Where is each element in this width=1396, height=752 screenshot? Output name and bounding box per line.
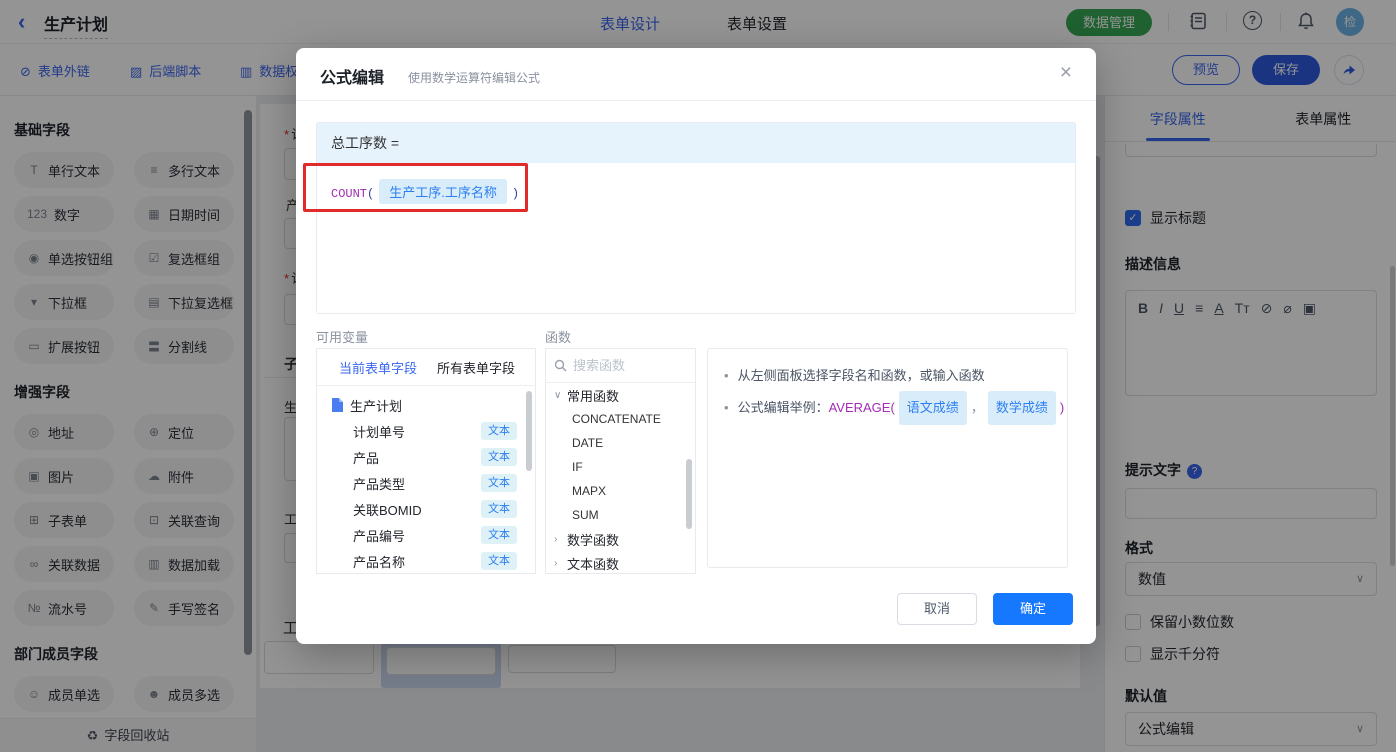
modal-subtitle: 使用数学运算符编辑公式 [408,71,541,85]
variable-field-row[interactable]: 关联BOMID 文本 [317,496,535,522]
formula-editor[interactable]: 总工序数 = COUNT(生产工序.工序名称) [316,122,1076,314]
variable-field-name: 产品名称 [353,554,406,570]
annotation-highlight-box [303,163,528,212]
variable-field-row[interactable]: 产品类型 文本 [317,470,535,496]
functions-pane: ∨ 常用函数 CONCATENATEDATEIFMAPXSUM › 数学函数 › 文本函数 [545,348,696,574]
function-group-row[interactable]: › 文本函数 [546,551,695,573]
chevron-down-icon: ∨ [554,389,562,401]
variable-field-name: 产品编号 [353,528,406,544]
field-type-badge: 文本 [481,500,517,518]
field-type-badge: 文本 [481,448,517,466]
function-item[interactable]: MAPX [546,479,695,503]
variable-field-name: 关联BOMID [353,502,422,518]
function-group-row[interactable]: ∨ 常用函数 [546,383,695,407]
variables-tabs: 当前表单字段 所有表单字段 [317,349,535,386]
variable-field-name: 产品 [353,450,380,466]
function-item[interactable]: SUM [546,503,695,527]
app-screen: ‹ 生产计划 表单设计 表单设置 数据管理 ? 检 ⊘ 表单外链 ▨ 后端脚本 ▥ 数… [0,0,1396,752]
tab-current-form-fields[interactable]: 当前表单字段 [339,358,417,377]
function-search-box [546,349,695,383]
hint-example-line: • 公式编辑举例：AVERAGE(语文成绩，数学成绩) [724,391,1064,425]
function-item[interactable]: DATE [546,431,695,455]
function-item[interactable]: CONCATENATE [546,407,695,431]
chevron-right-icon: › [554,533,558,545]
example-chip: 数学成绩 [987,391,1056,425]
form-doc-icon [332,398,343,412]
function-search-input[interactable] [573,358,673,373]
formula-target-bar: 总工序数 = [317,123,1075,163]
function-list: ∨ 常用函数 CONCATENATE DATE IF MAPX SUM › 数学函数 › 文本函数 [546,383,695,573]
chevron-right-icon: › [554,557,558,569]
field-type-badge: 文本 [481,474,517,492]
confirm-button[interactable]: 确定 [993,593,1073,625]
divider [296,100,1096,101]
function-group-row[interactable]: › 数学函数 [546,527,695,551]
variable-field-row[interactable]: 产品编号 文本 [317,522,535,548]
variables-scrollbar[interactable] [526,391,532,471]
formula-hints-pane: • 从左侧面板选择字段名和函数，或输入函数 • 公式编辑举例：AVERAGE(语文成… [707,348,1068,568]
variable-field-name: 产品类型 [353,476,406,492]
hint-line: • 从左侧面板选择字段名和函数，或输入函数 [724,368,985,383]
variable-field-row[interactable]: 产品名称 文本 [317,548,535,573]
variable-field-row[interactable]: 计划单号 文本 [317,418,535,444]
tab-all-form-fields[interactable]: 所有表单字段 [437,358,515,377]
field-type-badge: 文本 [481,526,517,544]
functions-label: 函数 [545,330,572,345]
field-type-badge: 文本 [481,422,517,440]
functions-scrollbar[interactable] [686,459,692,529]
function-group-name: 常用函数 [567,388,620,404]
variables-tree-root[interactable]: 生产计划 [317,392,535,418]
search-icon [554,359,567,372]
variable-field-name: 计划单号 [353,424,406,440]
variables-pane: 当前表单字段 所有表单字段 生产计划 计划单号 文本 产品 文本 产品类型 文本 关联BOM… [316,348,536,574]
cancel-button[interactable]: 取消 [897,593,977,625]
function-group-name: 文本函数 [567,556,620,572]
variables-field-list: 计划单号 文本 产品 文本 产品类型 文本 关联BOMID 文本 产品编号 文本 产品名称 文本 [317,418,535,573]
function-item[interactable]: IF [546,455,695,479]
close-icon[interactable]: × [1060,61,1072,85]
field-type-badge: 文本 [481,552,517,570]
available-variables-label: 可用变量 [316,330,369,345]
example-chip: 语文成绩 [898,391,967,425]
modal-title: 公式编辑 [320,70,385,87]
function-group-name: 数学函数 [567,532,620,548]
variable-field-row[interactable]: 产品 文本 [317,444,535,470]
formula-edit-modal: 公式编辑 使用数学运算符编辑公式 × 总工序数 = COUNT(生产工序.工序名… [296,48,1096,644]
